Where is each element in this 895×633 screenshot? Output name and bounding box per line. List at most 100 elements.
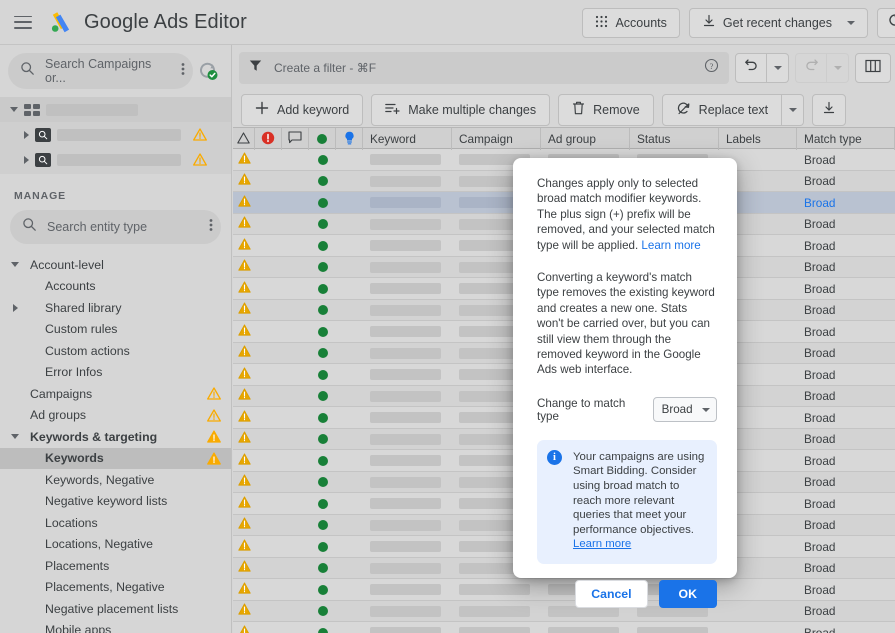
- chevron-down-icon[interactable]: [11, 434, 19, 439]
- row-match-type-value: Broad: [804, 174, 835, 188]
- comment-column-header[interactable]: [282, 128, 309, 150]
- ad-group-column-header[interactable]: Ad group: [541, 128, 630, 150]
- row-insight-cell: [336, 536, 363, 557]
- campaign-column-header[interactable]: Campaign: [452, 128, 541, 150]
- more-vert-icon[interactable]: [209, 218, 213, 237]
- accounts-button[interactable]: Accounts: [582, 8, 679, 38]
- row-match-type-cell: Broad: [797, 515, 895, 536]
- more-vert-icon[interactable]: [181, 62, 185, 81]
- row-status-dot-cell: [309, 450, 336, 471]
- sidebar-item-placements[interactable]: Placements: [0, 555, 231, 577]
- row-insight-cell: [336, 493, 363, 514]
- sidebar-item-ad-groups[interactable]: Ad groups: [0, 405, 231, 427]
- redo-split-button[interactable]: [795, 53, 849, 83]
- ok-button[interactable]: OK: [659, 580, 717, 608]
- replace-text-dropdown-button[interactable]: [782, 94, 804, 126]
- columns-button[interactable]: [855, 53, 891, 83]
- hamburger-icon[interactable]: [14, 16, 32, 29]
- row-comment-cell: [282, 579, 309, 600]
- row-warning-cell: [233, 536, 255, 557]
- undo-split-button[interactable]: [735, 53, 789, 83]
- sidebar-item-label: Custom rules: [30, 322, 221, 336]
- refresh-button[interactable]: [877, 8, 895, 38]
- add-keyword-button[interactable]: Add keyword: [241, 94, 363, 126]
- sync-success-icon[interactable]: [193, 60, 223, 82]
- sidebar-nav-list: Account-levelAccountsShared library Custo…: [0, 254, 231, 633]
- warning-icon: [238, 624, 251, 633]
- keyword-column-header[interactable]: Keyword: [363, 128, 452, 150]
- redo-button[interactable]: [795, 53, 827, 83]
- row-comment-cell: [282, 171, 309, 192]
- create-filter-input[interactable]: Create a filter - ⌘F ?: [239, 52, 729, 84]
- status-text-column-header[interactable]: Status: [630, 128, 719, 150]
- undo-dropdown-button[interactable]: [767, 53, 789, 83]
- account-tree-root[interactable]: [0, 97, 231, 122]
- warning-column-header[interactable]: [233, 128, 255, 150]
- chevron-down-icon[interactable]: [847, 21, 855, 25]
- learn-more-link-2[interactable]: Learn more: [573, 538, 631, 550]
- search-entity-type-input[interactable]: Search entity type: [10, 210, 221, 244]
- chevron-down-icon: [774, 66, 782, 70]
- replace-text-button[interactable]: Replace text: [662, 94, 782, 126]
- green-dot-icon: [318, 176, 328, 186]
- sidebar-item-negative-placement-lists[interactable]: Negative placement lists: [0, 598, 231, 620]
- error-circle-icon: [261, 131, 275, 148]
- make-multiple-changes-button[interactable]: Make multiple changes: [371, 94, 550, 126]
- sidebar-item-shared-library[interactable]: Shared library: [0, 297, 231, 319]
- undo-button[interactable]: [735, 53, 767, 83]
- sidebar-item-keywords[interactable]: Keywords: [0, 448, 231, 470]
- sidebar-item-custom-actions[interactable]: Custom actions: [0, 340, 231, 362]
- export-button[interactable]: [812, 94, 846, 126]
- redacted-value: [370, 455, 441, 466]
- row-insight-cell: [336, 558, 363, 579]
- match-type-column-header[interactable]: Match type: [797, 128, 895, 150]
- labels-column-header[interactable]: Labels: [719, 128, 797, 150]
- cancel-button[interactable]: Cancel: [575, 580, 647, 608]
- sidebar-item-campaigns[interactable]: Campaigns: [0, 383, 231, 405]
- redacted-value: [370, 176, 441, 187]
- triangle-outline-icon: [237, 132, 250, 147]
- row-comment-cell: [282, 622, 309, 633]
- sidebar-item-account-level[interactable]: Account-level: [0, 254, 231, 276]
- row-match-type-value: Broad: [804, 260, 835, 274]
- chevron-right-icon[interactable]: [24, 131, 29, 139]
- chevron-down-icon[interactable]: [10, 107, 18, 112]
- table-row[interactable]: Broad: [233, 622, 895, 633]
- sidebar-item-error-infos[interactable]: Error Infos: [0, 362, 231, 384]
- chevron-down-icon[interactable]: [11, 262, 19, 267]
- green-dot-icon: [318, 542, 328, 552]
- row-match-type-cell: Broad: [797, 364, 895, 385]
- row-insight-cell: [336, 321, 363, 342]
- search-campaigns-input[interactable]: Search Campaigns or...: [8, 53, 193, 89]
- sidebar-item-keywords-targeting[interactable]: Keywords & targeting: [0, 426, 231, 448]
- error-column-header[interactable]: [255, 128, 282, 150]
- sidebar-item-locations[interactable]: Locations: [0, 512, 231, 534]
- account-tree-item[interactable]: [0, 147, 231, 172]
- chevron-right-icon[interactable]: [24, 156, 29, 164]
- help-circle-icon[interactable]: ?: [704, 58, 719, 78]
- warning-icon: [207, 452, 221, 465]
- row-status-dot-cell: [309, 622, 336, 633]
- sidebar-item-accounts[interactable]: Accounts: [0, 276, 231, 298]
- row-error-cell: [255, 622, 282, 633]
- account-tree-item[interactable]: [0, 122, 231, 147]
- row-insight-cell: [336, 192, 363, 213]
- sidebar-item-keywords-negative[interactable]: Keywords, Negative: [0, 469, 231, 491]
- remove-button[interactable]: Remove: [558, 94, 654, 126]
- sidebar-item-custom-rules[interactable]: Custom rules: [0, 319, 231, 341]
- chevron-right-icon[interactable]: [13, 304, 18, 312]
- insight-column-header[interactable]: [336, 128, 363, 150]
- learn-more-link-1[interactable]: Learn more: [641, 239, 700, 252]
- sidebar-item-mobile-apps[interactable]: Mobile apps: [0, 620, 231, 633]
- match-type-select[interactable]: Broad: [653, 397, 717, 422]
- row-match-type-cell: Broad: [797, 321, 895, 342]
- status-column-header[interactable]: [309, 128, 336, 150]
- sidebar-item-negative-keyword-lists[interactable]: Negative keyword lists: [0, 491, 231, 513]
- get-recent-changes-button[interactable]: Get recent changes: [689, 8, 868, 38]
- row-match-type-cell: Broad: [797, 235, 895, 256]
- redo-dropdown-button[interactable]: [827, 53, 849, 83]
- sidebar-item-locations-negative[interactable]: Locations, Negative: [0, 534, 231, 556]
- redacted-value: [370, 197, 441, 208]
- sidebar-item-toggle: [0, 304, 30, 312]
- sidebar-item-placements-negative[interactable]: Placements, Negative: [0, 577, 231, 599]
